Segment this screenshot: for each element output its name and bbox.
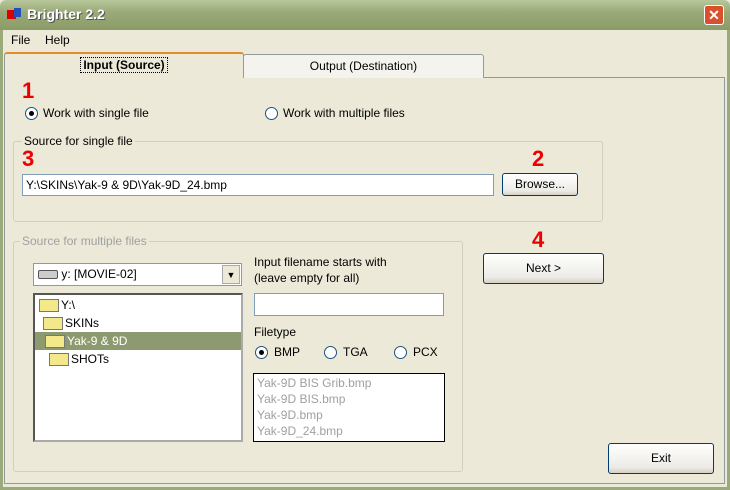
drive-value: y: [MOVIE-02] xyxy=(61,267,137,281)
tree-item[interactable]: Y:\ xyxy=(39,296,75,314)
radio-indicator xyxy=(265,107,278,120)
radio-indicator xyxy=(394,346,407,359)
tree-item-label: SHOTs xyxy=(71,352,110,366)
single-file-path-input[interactable]: Y:\SKINs\Yak-9 & 9D\Yak-9D_24.bmp xyxy=(22,174,494,196)
open-folder-icon xyxy=(45,335,65,349)
open-folder-icon xyxy=(43,317,63,331)
tab-input-label: Input (Source) xyxy=(80,57,168,73)
menu-help[interactable]: Help xyxy=(45,33,70,47)
tree-item-label: Y:\ xyxy=(61,298,76,312)
drive-icon xyxy=(38,270,58,280)
multiple-group-label: Source for multiple files xyxy=(20,234,149,248)
tab-input[interactable]: Input (Source) xyxy=(4,52,244,78)
tree-item-selected[interactable]: Yak-9 & 9D xyxy=(35,332,241,350)
open-folder-icon xyxy=(39,299,59,313)
tree-item-label: Yak-9 & 9D xyxy=(67,334,128,348)
step-2-marker: 2 xyxy=(532,146,545,171)
prefix-label-1: Input filename starts with xyxy=(254,255,387,269)
radio-bmp-label: BMP xyxy=(274,345,301,359)
next-button[interactable]: Next > xyxy=(483,253,604,284)
prefix-label-2: (leave empty for all) xyxy=(254,271,360,285)
radio-indicator xyxy=(255,346,268,359)
radio-pcx-label: PCX xyxy=(413,345,438,359)
tab-output[interactable]: Output (Destination) xyxy=(243,54,484,78)
file-list-item[interactable]: Yak-9D.bmp xyxy=(257,407,441,423)
radio-indicator xyxy=(324,346,337,359)
close-button[interactable]: ✕ xyxy=(704,5,724,25)
app-icon xyxy=(6,7,22,21)
step-4-marker: 4 xyxy=(532,227,545,252)
radio-tga-label: TGA xyxy=(343,345,368,359)
file-list-item[interactable]: Yak-9D BIS Grib.bmp xyxy=(257,375,441,391)
file-list-item[interactable]: Yak-9D BIS.bmp xyxy=(257,391,441,407)
radio-indicator xyxy=(25,107,38,120)
radio-single-label: Work with single file xyxy=(43,106,149,120)
menu-file[interactable]: File xyxy=(11,33,30,47)
chevron-down-icon[interactable]: ▼ xyxy=(222,265,240,284)
tree-item[interactable]: SHOTs xyxy=(49,350,109,368)
prefix-input[interactable] xyxy=(254,293,444,316)
filetype-label: Filetype xyxy=(254,325,297,339)
folder-icon xyxy=(49,353,69,367)
browse-button[interactable]: Browse... xyxy=(502,173,578,196)
file-list[interactable]: Yak-9D BIS Grib.bmp Yak-9D BIS.bmp Yak-9… xyxy=(253,373,445,442)
window-title: Brighter 2.2 xyxy=(27,6,105,22)
file-list-item[interactable]: Yak-9D_24.bmp xyxy=(257,423,441,439)
folder-tree[interactable]: Y:\ SKINs Yak-9 & 9D SHOTs xyxy=(33,293,243,442)
tree-item-label: SKINs xyxy=(65,316,100,330)
exit-button[interactable]: Exit xyxy=(608,443,714,474)
single-group-label: Source for single file xyxy=(22,134,135,148)
step-1-marker: 1 xyxy=(22,78,35,103)
title-bar xyxy=(0,0,730,30)
step-3-marker: 3 xyxy=(22,146,35,171)
drive-combo[interactable]: y: [MOVIE-02] ▼ xyxy=(33,263,242,286)
radio-multiple-label: Work with multiple files xyxy=(283,106,405,120)
tree-item[interactable]: SKINs xyxy=(43,314,99,332)
